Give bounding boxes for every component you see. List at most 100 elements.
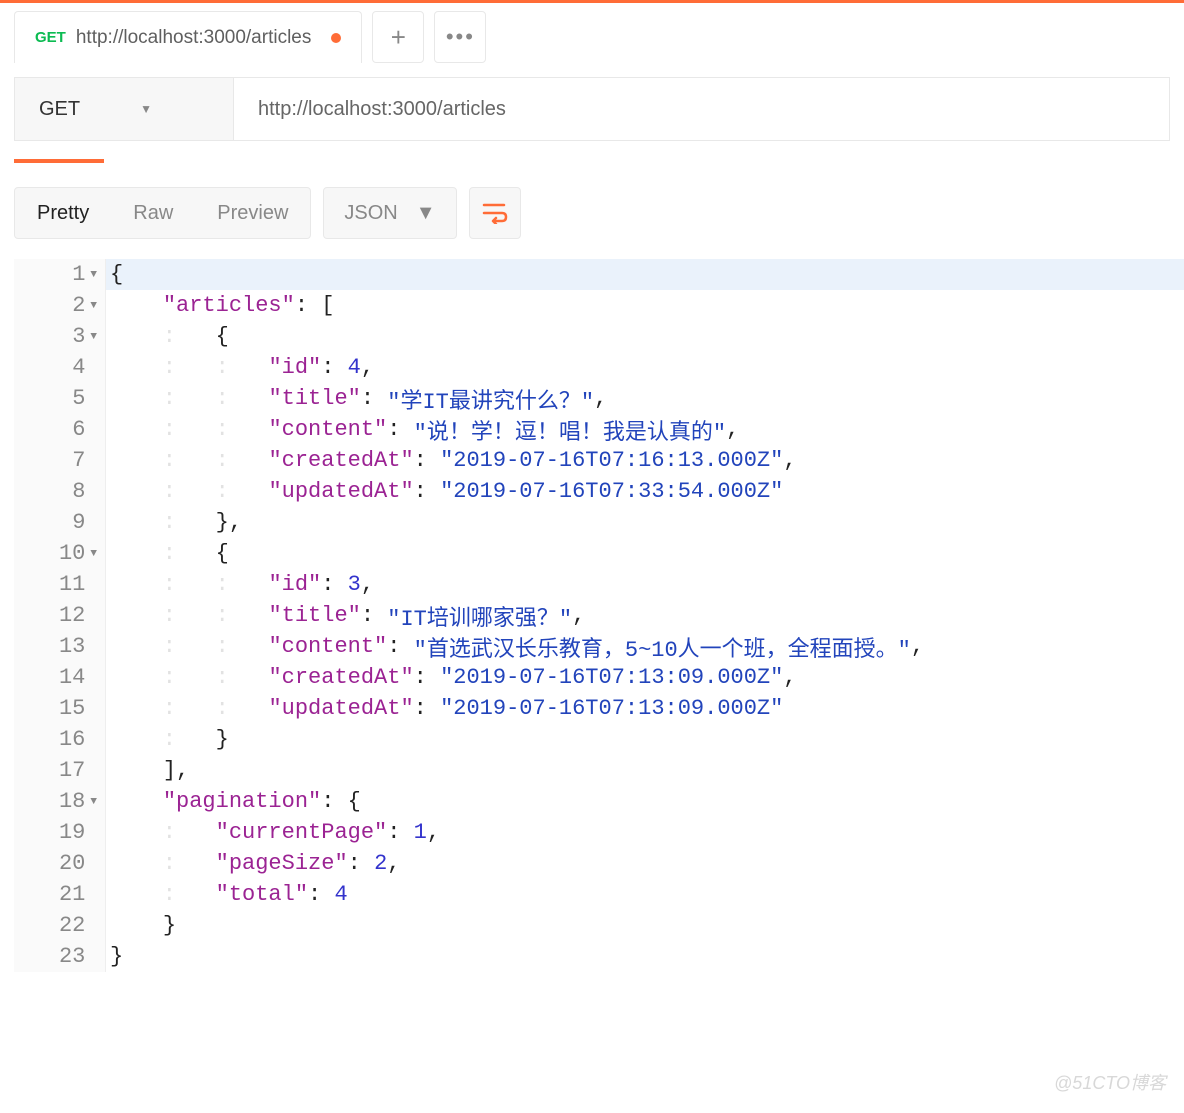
watermark: @51CTO博客 (1054, 1069, 1166, 1095)
view-mode-group: Pretty Raw Preview (14, 187, 311, 239)
fold-toggle-icon[interactable]: ▼ (90, 796, 97, 808)
format-select[interactable]: JSON ▼ (323, 187, 456, 239)
code-content: : : "content": "说！学！逗！唱！我是认真的", (106, 414, 1184, 445)
code-line[interactable]: 4▼ : : "id": 4, (14, 352, 1184, 383)
method-select-value: GET (39, 98, 80, 121)
response-toolbar: Pretty Raw Preview JSON ▼ (14, 187, 1170, 239)
code-content: } (106, 941, 1184, 972)
chevron-down-icon: ▼ (416, 202, 436, 225)
line-number[interactable]: 11▼ (14, 569, 106, 600)
code-content: : }, (106, 507, 1184, 538)
url-input[interactable]: http://localhost:3000/articles (234, 77, 1170, 141)
request-tab[interactable]: GET http://localhost:3000/articles (14, 11, 362, 63)
line-number[interactable]: 14▼ (14, 662, 106, 693)
tab-title: http://localhost:3000/articles (76, 27, 312, 49)
fold-toggle-icon[interactable]: ▼ (90, 300, 97, 312)
code-line[interactable]: 18▼ "pagination": { (14, 786, 1184, 817)
active-tab-indicator (14, 159, 104, 163)
line-number[interactable]: 7▼ (14, 445, 106, 476)
code-content: "pagination": { (106, 786, 1184, 817)
line-number[interactable]: 18▼ (14, 786, 106, 817)
line-number[interactable]: 21▼ (14, 879, 106, 910)
line-number[interactable]: 20▼ (14, 848, 106, 879)
view-mode-pretty[interactable]: Pretty (15, 188, 111, 238)
tab-method-badge: GET (35, 29, 66, 46)
code-content: : : "updatedAt": "2019-07-16T07:13:09.00… (106, 693, 1184, 724)
line-number[interactable]: 13▼ (14, 631, 106, 662)
view-mode-raw[interactable]: Raw (111, 188, 195, 238)
code-line[interactable]: 13▼ : : "content": "首选武汉长乐教育，5~10人一个班，全程… (14, 631, 1184, 662)
response-tabs-divider (14, 159, 1170, 163)
line-number[interactable]: 17▼ (14, 755, 106, 786)
view-mode-preview[interactable]: Preview (195, 188, 310, 238)
fold-toggle-icon[interactable]: ▼ (90, 331, 97, 343)
code-content: : "total": 4 (106, 879, 1184, 910)
line-number[interactable]: 22▼ (14, 910, 106, 941)
code-content: : { (106, 538, 1184, 569)
line-number[interactable]: 5▼ (14, 383, 106, 414)
code-content: : : "content": "首选武汉长乐教育，5~10人一个班，全程面授。"… (106, 631, 1184, 662)
code-line[interactable]: 14▼ : : "createdAt": "2019-07-16T07:13:0… (14, 662, 1184, 693)
line-number[interactable]: 1▼ (14, 259, 106, 290)
line-number[interactable]: 3▼ (14, 321, 106, 352)
code-line[interactable]: 2▼ "articles": [ (14, 290, 1184, 321)
code-content: : : "createdAt": "2019-07-16T07:16:13.00… (106, 445, 1184, 476)
code-line[interactable]: 20▼ : "pageSize": 2, (14, 848, 1184, 879)
http-method-select[interactable]: GET ▼ (14, 77, 234, 141)
code-line[interactable]: 11▼ : : "id": 3, (14, 569, 1184, 600)
request-bar: GET ▼ http://localhost:3000/articles (14, 77, 1170, 141)
code-content: } (106, 910, 1184, 941)
code-line[interactable]: 22▼ } (14, 910, 1184, 941)
code-line[interactable]: 3▼ : { (14, 321, 1184, 352)
line-number[interactable]: 8▼ (14, 476, 106, 507)
code-line[interactable]: 8▼ : : "updatedAt": "2019-07-16T07:33:54… (14, 476, 1184, 507)
new-tab-button[interactable]: + (372, 11, 424, 63)
code-line[interactable]: 15▼ : : "updatedAt": "2019-07-16T07:13:0… (14, 693, 1184, 724)
code-content: : : "title": "IT培训哪家强？", (106, 600, 1184, 631)
code-content: ], (106, 755, 1184, 786)
format-select-value: JSON (344, 202, 397, 225)
chevron-down-icon: ▼ (140, 102, 152, 116)
line-number[interactable]: 12▼ (14, 600, 106, 631)
code-line[interactable]: 16▼ : } (14, 724, 1184, 755)
fold-toggle-icon[interactable]: ▼ (90, 269, 97, 281)
line-number[interactable]: 6▼ (14, 414, 106, 445)
line-number[interactable]: 23▼ (14, 941, 106, 972)
code-content: : : "title": "学IT最讲究什么？", (106, 383, 1184, 414)
code-line[interactable]: 9▼ : }, (14, 507, 1184, 538)
line-number[interactable]: 2▼ (14, 290, 106, 321)
wrap-lines-button[interactable] (469, 187, 521, 239)
code-content: : { (106, 321, 1184, 352)
code-line[interactable]: 23▼} (14, 941, 1184, 972)
code-content: : "pageSize": 2, (106, 848, 1184, 879)
code-line[interactable]: 6▼ : : "content": "说！学！逗！唱！我是认真的", (14, 414, 1184, 445)
line-number[interactable]: 15▼ (14, 693, 106, 724)
code-line[interactable]: 12▼ : : "title": "IT培训哪家强？", (14, 600, 1184, 631)
code-line[interactable]: 10▼ : { (14, 538, 1184, 569)
code-line[interactable]: 21▼ : "total": 4 (14, 879, 1184, 910)
code-content: : : "updatedAt": "2019-07-16T07:33:54.00… (106, 476, 1184, 507)
code-line[interactable]: 1▼{ (14, 259, 1184, 290)
fold-toggle-icon[interactable]: ▼ (90, 548, 97, 560)
tab-options-button[interactable]: ••• (434, 11, 486, 63)
unsaved-indicator-icon (331, 33, 341, 43)
line-number[interactable]: 16▼ (14, 724, 106, 755)
response-body-viewer[interactable]: 1▼{2▼ "articles": [3▼ : {4▼ : : "id": 4,… (14, 259, 1184, 972)
code-line[interactable]: 5▼ : : "title": "学IT最讲究什么？", (14, 383, 1184, 414)
line-number[interactable]: 19▼ (14, 817, 106, 848)
code-content: : "currentPage": 1, (106, 817, 1184, 848)
url-value: http://localhost:3000/articles (258, 98, 506, 121)
code-line[interactable]: 19▼ : "currentPage": 1, (14, 817, 1184, 848)
code-content: : : "createdAt": "2019-07-16T07:13:09.00… (106, 662, 1184, 693)
code-line[interactable]: 7▼ : : "createdAt": "2019-07-16T07:16:13… (14, 445, 1184, 476)
line-number[interactable]: 4▼ (14, 352, 106, 383)
code-content: : } (106, 724, 1184, 755)
code-content: : : "id": 3, (106, 569, 1184, 600)
code-line[interactable]: 17▼ ], (14, 755, 1184, 786)
plus-icon: + (391, 24, 406, 50)
code-content: { (106, 259, 1184, 290)
line-number[interactable]: 9▼ (14, 507, 106, 538)
line-number[interactable]: 10▼ (14, 538, 106, 569)
code-content: "articles": [ (106, 290, 1184, 321)
tabs-row: GET http://localhost:3000/articles + ••• (0, 3, 1184, 63)
